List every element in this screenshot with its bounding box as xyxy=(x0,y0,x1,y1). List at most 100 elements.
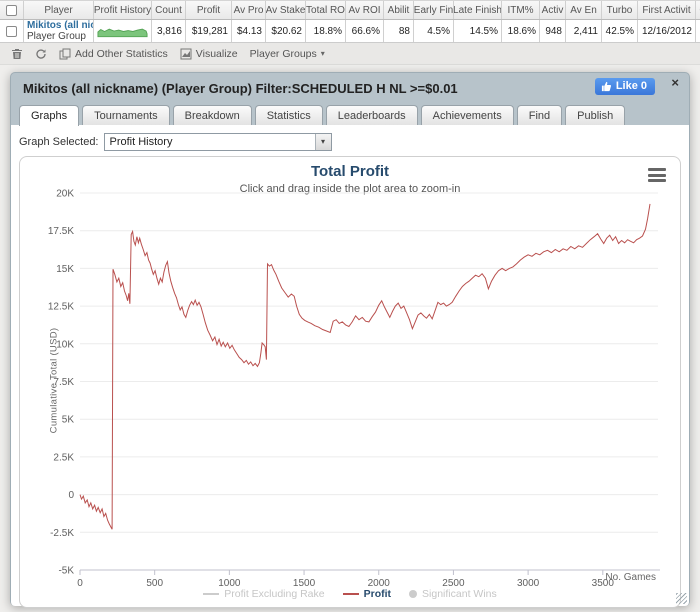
column-header-activ[interactable]: Activ xyxy=(540,1,566,19)
column-header-total-ro[interactable]: Total RO xyxy=(306,1,346,19)
player-name-link[interactable]: Mikitos (all nickna xyxy=(27,20,93,31)
select-all-checkbox[interactable] xyxy=(6,4,17,16)
column-header-itm-[interactable]: ITM% xyxy=(502,1,540,19)
legend-label: Significant Wins xyxy=(422,588,497,600)
like-label: Like 0 xyxy=(615,80,647,92)
player-group-label: Player Group xyxy=(27,31,86,42)
add-other-statistics-label: Add Other Statistics xyxy=(75,47,168,60)
chart-menu-icon[interactable] xyxy=(646,167,668,183)
refresh-button[interactable] xyxy=(32,46,50,62)
column-header-profit[interactable]: Profit xyxy=(186,1,232,19)
facebook-like-button[interactable]: Like 0 xyxy=(594,78,655,95)
column-header-av-stake[interactable]: Av Stake xyxy=(266,1,306,19)
chevron-down-icon: ▾ xyxy=(320,49,325,58)
copy-icon xyxy=(59,48,71,59)
tab-achievements[interactable]: Achievements xyxy=(420,105,514,125)
y-tick-label: 2.5K xyxy=(53,452,74,463)
y-tick-label: 15K xyxy=(56,264,74,275)
visualize-button[interactable]: Visualize xyxy=(177,46,241,62)
column-header-profit-history[interactable]: Profit History xyxy=(94,1,152,19)
column-header-first-activit[interactable]: First Activit xyxy=(638,1,696,19)
y-tick-label: 5K xyxy=(62,415,75,426)
column-header-early-fin[interactable]: Early Fin xyxy=(414,1,454,19)
y-tick-label: -2.5K xyxy=(50,528,74,539)
trash-icon xyxy=(12,48,22,59)
column-header-late-finish[interactable]: Late Finish xyxy=(454,1,502,19)
column-header-av-en[interactable]: Av En xyxy=(566,1,602,19)
legend-label: Profit Excluding Rake xyxy=(224,588,325,600)
delete-button[interactable] xyxy=(8,46,26,62)
legend-line-marker xyxy=(342,593,359,595)
resize-handle[interactable] xyxy=(676,593,687,604)
y-tick-label: 0 xyxy=(68,490,74,501)
cell-turbo: 42.5% xyxy=(602,20,638,42)
cell-av-pro: $4.13 xyxy=(232,20,266,42)
cell-first-activit: 12/16/2012 xyxy=(638,20,696,42)
add-other-statistics-button[interactable]: Add Other Statistics xyxy=(56,46,171,62)
visualize-label: Visualize xyxy=(195,47,238,60)
dialog-body: Graph Selected: Profit History ▾ Total P… xyxy=(11,125,689,608)
tab-publish[interactable]: Publish xyxy=(565,105,626,125)
chart-panel: Total Profit Click and drag inside the p… xyxy=(19,156,681,608)
graph-selected-value: Profit History xyxy=(109,135,173,148)
y-tick-label: 20K xyxy=(56,189,74,200)
chart-title: Total Profit xyxy=(310,163,390,180)
tab-tournaments[interactable]: Tournaments xyxy=(82,105,170,125)
column-header-av-roi[interactable]: Av ROI xyxy=(346,1,384,19)
cell-av-stake: $20.62 xyxy=(266,20,306,42)
column-header-count[interactable]: Count xyxy=(152,1,186,19)
player-groups-button[interactable]: Player Groups ▾ xyxy=(247,46,328,62)
player-groups-label: Player Groups xyxy=(249,47,317,60)
cell-av-en: 2,411 xyxy=(566,20,602,42)
plot-area[interactable]: -5K-2.5K02.5K5K7.5K10K12.5K15K17.5K20K0 5… xyxy=(20,183,669,589)
select-arrow-icon: ▾ xyxy=(314,133,331,150)
column-header-av-pro[interactable]: Av Pro xyxy=(232,1,266,19)
tab-leaderboards[interactable]: Leaderboards xyxy=(325,105,418,125)
select-all-checkbox-cell xyxy=(0,1,24,19)
cell-itm-: 18.6% xyxy=(502,20,540,42)
table-toolbar: Add Other Statistics Visualize Player Gr… xyxy=(0,43,700,65)
legend-item-significant-wins[interactable]: Significant Wins xyxy=(409,588,497,600)
tab-breakdown[interactable]: Breakdown xyxy=(172,105,252,125)
refresh-icon xyxy=(36,48,46,59)
tab-statistics[interactable]: Statistics xyxy=(254,105,323,125)
cell-profit: $19,281 xyxy=(186,20,232,42)
cell-total-ro: 18.8% xyxy=(306,20,346,42)
chart-legend: Profit Excluding Rake Profit Significant W… xyxy=(20,588,680,600)
cell-late-finish: 14.5% xyxy=(454,20,502,42)
legend-item-profit-excluding-rake[interactable]: Profit Excluding Rake xyxy=(203,588,325,600)
row-checkbox-cell xyxy=(0,20,24,42)
tab-find[interactable]: Find xyxy=(516,105,563,125)
chart-image-icon xyxy=(180,48,192,59)
tab-graphs[interactable]: Graphs xyxy=(19,105,80,126)
x-axis-title: No. Games xyxy=(605,572,656,583)
graph-selected-dropdown[interactable]: Profit History ▾ xyxy=(103,132,332,151)
column-header-ctry[interactable]: Ctry xyxy=(696,1,700,19)
cell-early-fin: 4.5% xyxy=(414,20,454,42)
graph-selected-label: Graph Selected: xyxy=(19,135,99,148)
row-checkbox[interactable] xyxy=(6,25,17,37)
column-header-player[interactable]: Player xyxy=(24,1,94,19)
y-tick-label: -5K xyxy=(58,566,74,577)
column-header-abilit[interactable]: Abilit xyxy=(384,1,414,19)
graph-select-row: Graph Selected: Profit History ▾ xyxy=(19,132,681,151)
cell-ctry xyxy=(696,20,700,42)
legend-item-profit[interactable]: Profit xyxy=(342,588,391,600)
cell-count: 3,816 xyxy=(152,20,186,42)
player-stats-table: Player Profit History Count Profit Av Pro Av … xyxy=(0,0,700,65)
player-cell: Mikitos (all nicknaPlayer Group xyxy=(24,20,94,42)
profit-line-series xyxy=(79,203,651,530)
column-header-turbo[interactable]: Turbo xyxy=(602,1,638,19)
close-icon[interactable]: × xyxy=(671,75,679,90)
sparkline-icon xyxy=(97,28,148,37)
y-tick-label: 10K xyxy=(56,339,74,350)
dialog-title: Mikitos (all nickname) (Player Group) Fi… xyxy=(23,81,458,96)
dialog-tabs: Graphs Tournaments Breakdown Statistics Lead… xyxy=(11,101,689,126)
y-tick-label: 17.5K xyxy=(48,226,74,237)
y-tick-label: 12.5K xyxy=(48,302,74,313)
y-tick-label: 7.5K xyxy=(53,377,74,388)
legend-circle-marker xyxy=(409,590,418,598)
dialog-header: Mikitos (all nickname) (Player Group) Fi… xyxy=(11,73,689,101)
legend-line-marker xyxy=(203,593,220,595)
results-dialog: Mikitos (all nickname) (Player Group) Fi… xyxy=(10,72,690,608)
